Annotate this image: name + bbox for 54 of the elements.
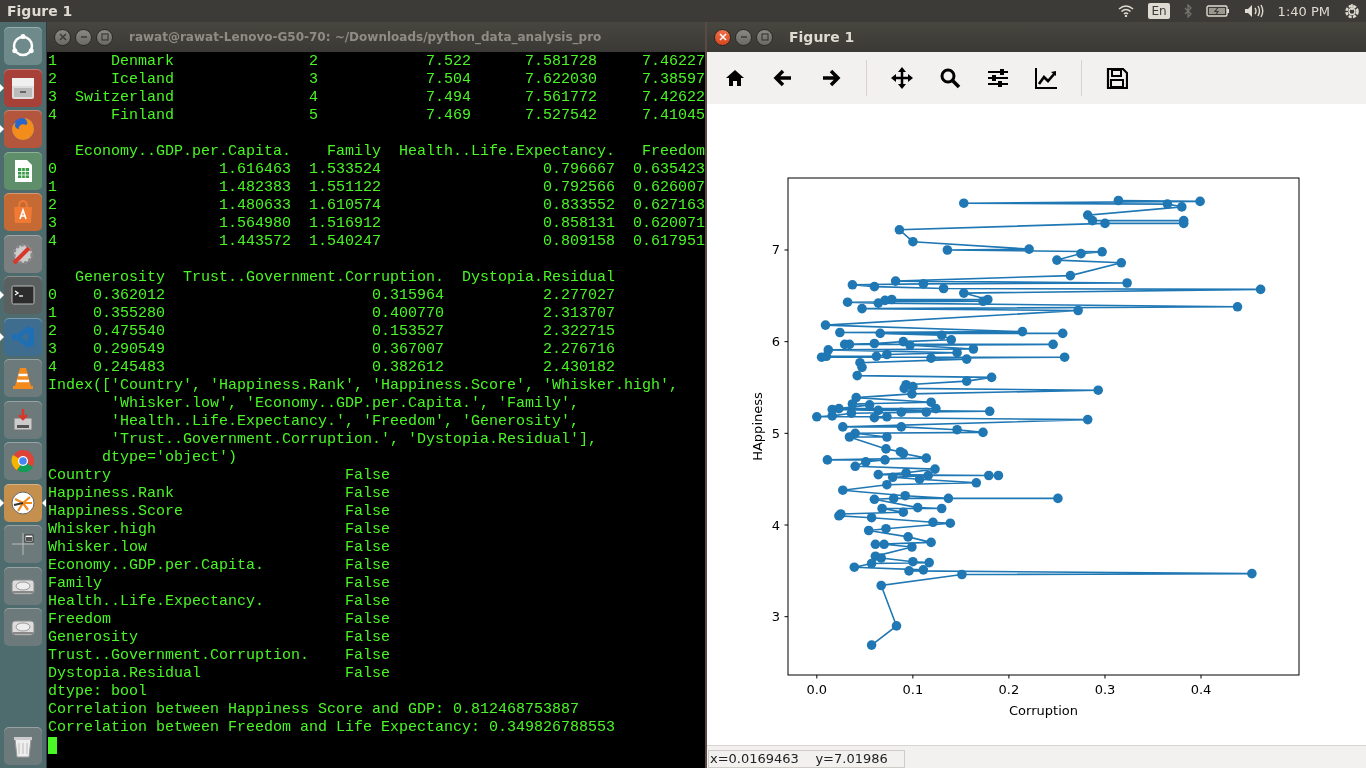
keyboard-layout-indicator[interactable]: En <box>1148 3 1170 19</box>
terminal-line: Freedom False <box>48 611 392 629</box>
terminal-line: 1 0.355280 0.400770 2.313707 <box>48 305 617 323</box>
terminal-line: Happiness.Rank False <box>48 485 392 503</box>
terminal-line: 3 1.564980 1.516912 0.858131 0.620071 <box>48 215 705 233</box>
tick-label: 0.2 <box>998 682 1020 697</box>
terminal-line: Index(['Country', 'Happiness.Rank', 'Happiness.Score', 'Whisker.high', <box>48 377 680 395</box>
tick-label: 6 <box>771 334 780 350</box>
tick-label: 4 <box>771 517 780 533</box>
window-title: Figure 1 <box>7 3 73 19</box>
terminal-line: 'Trust..Government.Corruption.', 'Dystopia.Residual'], <box>110 431 599 449</box>
clock[interactable]: 1:40 PM <box>1277 3 1330 19</box>
terminal-line: Whisker.low False <box>48 539 392 557</box>
terminal-line: Country False <box>48 467 392 485</box>
terminal-line: dtype: bool <box>48 683 149 701</box>
terminal-line: 2 Iceland 3 7.504 7.622030 7.38597 <box>48 71 705 89</box>
terminal-line: 0 0.362012 0.315964 2.277027 <box>48 287 617 305</box>
terminal-line: 'Health..Life.Expectancy.', 'Freedom', 'Generosity', <box>110 413 581 431</box>
terminal-line: Economy..GDP.per.Capita. Family Health..Life.Expectancy. Freedom <box>74 143 705 161</box>
terminal-line: 3 0.290549 0.367007 2.276716 <box>48 341 617 359</box>
terminal-line: Health..Life.Expectancy. False <box>48 593 392 611</box>
terminal-line: Happiness.Score False <box>48 503 392 521</box>
terminal-line: 2 0.475540 0.153527 2.322715 <box>48 323 617 341</box>
tick-label: 0.3 <box>1094 682 1116 697</box>
cursor-coordinates: x=0.0169463 y=7.01986 <box>708 750 905 768</box>
terminal-line: Correlation between Happiness Score and GDP: 0.812468753887 <box>48 701 581 719</box>
tick-label: 7 <box>771 242 780 258</box>
terminal-line: 1 Denmark 2 7.522 7.581728 7.46227 <box>48 53 705 71</box>
terminal-line: Economy..GDP.per.Capita. False <box>48 557 392 575</box>
tick-label: 0.1 <box>902 682 924 697</box>
tick-label: 3 <box>771 609 780 625</box>
axis-label: HAppiness <box>750 392 765 461</box>
terminal-line: 2 1.480633 1.610574 0.833552 0.627163 <box>48 197 705 215</box>
terminal-line: 3 Switzerland 4 7.494 7.561772 7.42622 <box>48 89 705 107</box>
terminal-line: Whisker.high False <box>48 521 392 539</box>
axis-label: Corruption <box>1009 703 1078 718</box>
window-title: rawat@rawat-Lenovo-G50-70: ~/Downloads/python_data_analysis_pro <box>129 30 602 44</box>
terminal-line: 0 1.616463 1.533524 0.796667 0.635423 <box>48 161 705 179</box>
terminal-line: 4 1.443572 1.540247 0.809158 0.617951 <box>48 233 705 251</box>
terminal-line: 'Whisker.low', 'Economy..GDP.per.Capita.', 'Family', <box>110 395 581 413</box>
terminal-line: Family False <box>48 575 392 593</box>
tick-label: 5 <box>771 425 780 441</box>
terminal-line: 4 0.245483 0.382612 2.430182 <box>48 359 617 377</box>
terminal-line: Generosity False <box>48 629 392 647</box>
terminal-line: 1 1.482383 1.551122 0.792566 0.626007 <box>48 179 705 197</box>
terminal-line: Dystopia.Residual False <box>48 665 392 683</box>
window-title: Figure 1 <box>789 29 855 45</box>
terminal-line: 4 Finland 5 7.469 7.527542 7.41045 <box>48 107 705 125</box>
terminal-line: Trust..Government.Corruption. False <box>48 647 392 665</box>
terminal-line: Correlation between Freedom and Life Expectancy: 0.349826788553 <box>48 719 617 737</box>
terminal-line: Generosity Trust..Government.Corruption. Dystopia.Residual <box>74 269 617 287</box>
tick-label: 0.4 <box>1190 682 1212 697</box>
terminal-line: dtype='object') <box>101 449 239 467</box>
tick-label: 0.0 <box>806 682 828 697</box>
